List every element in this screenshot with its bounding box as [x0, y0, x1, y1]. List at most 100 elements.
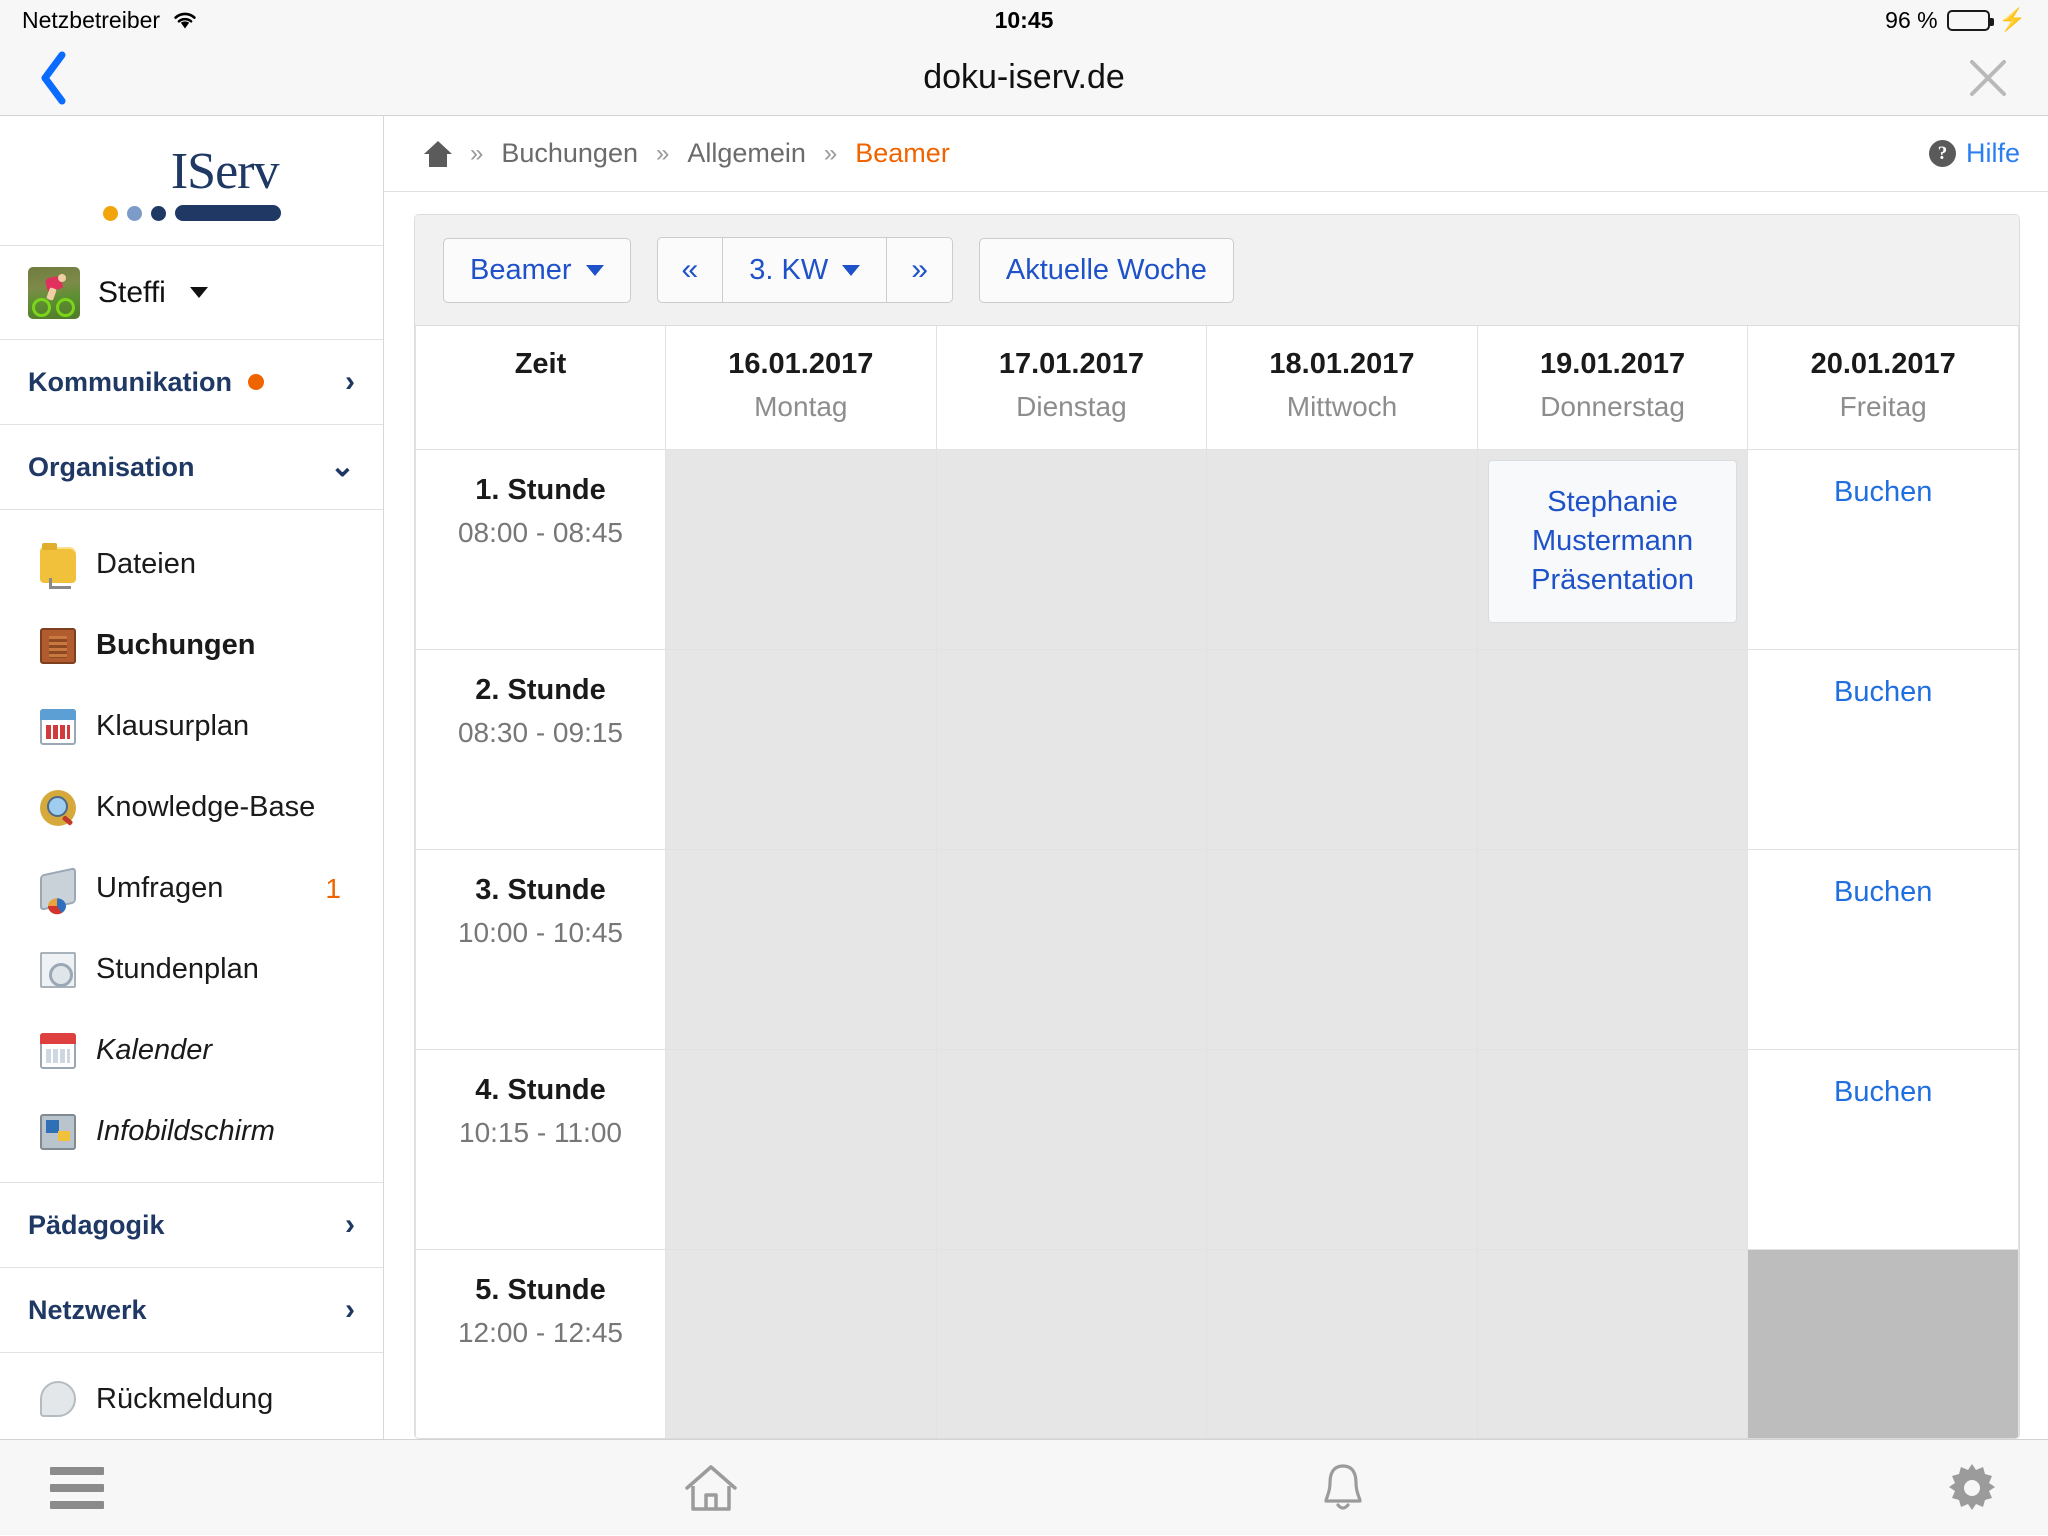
slot-blocked — [665, 1049, 937, 1250]
booking-timetable: Zeit 16.01.2017 Montag 17.01.2017 Dienst… — [415, 326, 2019, 1438]
slot-blocked — [665, 649, 937, 850]
sidebar-item-knowledge-base[interactable]: Knowledge-Base — [0, 767, 383, 848]
lightning-bolt-icon: ⚡ — [1998, 7, 2026, 32]
period-time: 08:00 - 08:45 — [457, 517, 624, 548]
home-icon[interactable] — [424, 140, 452, 167]
week-nav-group: « 3. KW » — [656, 237, 953, 303]
slot-blocked — [935, 649, 1208, 850]
slot-blocked — [935, 1049, 1208, 1250]
resource-select-button[interactable]: Beamer — [443, 237, 631, 303]
timetable-head: Zeit 16.01.2017 Montag 17.01.2017 Dienst… — [415, 326, 2019, 450]
period-time: 10:00 - 10:45 — [457, 917, 624, 948]
period-label: 1. Stunde — [475, 474, 606, 506]
current-week-button[interactable]: Aktuelle Woche — [978, 237, 1234, 303]
sidebar-item-klausurplan[interactable]: Klausurplan — [0, 686, 383, 767]
timetable-scroll[interactable]: Zeit 16.01.2017 Montag 17.01.2017 Dienst… — [415, 326, 2019, 1438]
slot-blocked — [1206, 1049, 1478, 1250]
sidebar-item-badge: 1 — [325, 872, 341, 904]
slot-free[interactable]: Buchen — [1747, 449, 2019, 650]
status-bar: Netzbetreiber 10:45 96 % ⚡ — [0, 0, 2048, 40]
gear-icon[interactable] — [1946, 1462, 1998, 1514]
sidebar-item-infobildschirm[interactable]: Infobildschirm — [0, 1091, 383, 1172]
header-weekday: Mittwoch — [1286, 391, 1398, 422]
book-link[interactable]: Buchen — [1834, 1076, 1932, 1108]
sidebar-item-umfragen[interactable]: Umfragen 1 — [0, 848, 383, 929]
chevron-right-icon: › — [345, 1293, 355, 1326]
breadcrumb-separator: » — [470, 139, 484, 167]
home-icon[interactable] — [683, 1462, 739, 1514]
status-bar-clock: 10:45 — [994, 6, 1054, 33]
slot-free[interactable]: Buchen — [1747, 649, 2019, 850]
speech-bubble-icon — [40, 1381, 76, 1417]
book-link[interactable]: Buchen — [1834, 876, 1932, 908]
period-cell: 2. Stunde 08:30 - 09:15 — [415, 649, 666, 850]
header-day-2: 18.01.2017 Mittwoch — [1206, 326, 1478, 450]
breadcrumb-item-buchungen[interactable]: Buchungen — [501, 138, 638, 169]
resource-select-label: Beamer — [470, 253, 572, 286]
breadcrumb-separator: » — [655, 139, 670, 167]
sidebar-section-organisation[interactable]: Organisation ⌄ — [0, 425, 383, 510]
question-circle-icon: ? — [1928, 140, 1956, 167]
calendar-blue-icon — [40, 708, 76, 745]
header-zeit: Zeit — [415, 326, 666, 450]
sidebar-item-label: Buchungen — [96, 629, 256, 661]
app-body: IServ Steffi Kommunikation › Organisatio… — [0, 116, 2048, 1439]
caret-down-icon — [585, 264, 604, 276]
hamburger-menu-icon[interactable] — [50, 1466, 104, 1509]
book-link[interactable]: Buchen — [1834, 476, 1932, 508]
header-date: 16.01.2017 — [728, 348, 874, 380]
sidebar-section-kommunikation[interactable]: Kommunikation › — [0, 340, 383, 425]
slot-blocked — [1476, 1249, 1749, 1438]
back-button[interactable] — [0, 51, 68, 105]
sidebar-section-label: Netzwerk — [28, 1294, 147, 1325]
week-select-button[interactable]: 3. KW — [722, 237, 887, 303]
sidebar-section-netzwerk[interactable]: Netzwerk › — [0, 1268, 383, 1353]
status-bar-left: Netzbetreiber — [22, 7, 198, 34]
booking-entry[interactable]: Stephanie Mustermann Präsentation — [1487, 460, 1738, 624]
table-row: 4. Stunde 10:15 - 11:00 Buchen — [415, 1049, 2019, 1250]
sidebar-item-rueckmeldung[interactable]: Rückmeldung — [0, 1353, 383, 1439]
next-week-button[interactable]: » — [886, 237, 953, 303]
logo-dot-3 — [150, 205, 166, 221]
sidebar-item-buchungen[interactable]: Buchungen — [0, 605, 383, 686]
calendar-red-icon — [40, 1032, 76, 1069]
slot-free[interactable]: Buchen — [1747, 849, 2019, 1050]
user-menu[interactable]: Steffi — [0, 246, 383, 340]
sidebar-item-kalender[interactable]: Kalender — [0, 1010, 383, 1091]
sidebar-item-stundenplan[interactable]: Stundenplan — [0, 929, 383, 1010]
sidebar-section-label: Pädagogik — [28, 1209, 165, 1240]
content-area: » Buchungen » Allgemein » Beamer ? Hilfe… — [384, 116, 2048, 1439]
close-button[interactable] — [1966, 56, 2048, 100]
unread-dot-icon — [248, 374, 265, 390]
knowledge-base-icon — [40, 789, 76, 826]
logo-bar — [174, 205, 281, 221]
chevron-down-icon: ⌄ — [329, 450, 355, 483]
sidebar-organisation-items: Dateien Buchungen Klausurplan Knowledge-… — [0, 510, 383, 1183]
slot-blocked — [1476, 849, 1749, 1050]
bell-icon[interactable] — [1319, 1461, 1367, 1515]
iserv-logo[interactable]: IServ — [0, 116, 383, 246]
breadcrumb-bar: » Buchungen » Allgemein » Beamer ? Hilfe — [384, 116, 2048, 192]
user-name: Steffi — [98, 275, 166, 309]
breadcrumb-item-allgemein[interactable]: Allgemein — [687, 138, 806, 169]
slot-blocked — [1476, 1049, 1749, 1250]
avatar — [28, 266, 80, 319]
chevron-right-icon: › — [345, 365, 355, 398]
sidebar-item-label: Stundenplan — [96, 953, 259, 985]
breadcrumb: » Buchungen » Allgemein » Beamer — [424, 138, 950, 169]
period-cell: 5. Stunde 12:00 - 12:45 — [415, 1249, 666, 1438]
slot-free[interactable]: Buchen — [1747, 1049, 2019, 1250]
booking-toolbar: Beamer « 3. KW » Aktuelle Woche — [415, 215, 2019, 326]
sidebar-item-label: Rückmeldung — [96, 1382, 274, 1415]
sidebar-item-dateien[interactable]: Dateien — [0, 524, 383, 605]
prev-week-button[interactable]: « — [656, 237, 723, 303]
timetable-header-row: Zeit 16.01.2017 Montag 17.01.2017 Dienst… — [415, 326, 2019, 450]
slot-booked[interactable]: Stephanie Mustermann Präsentation — [1476, 449, 1749, 650]
timetable-doc-icon — [40, 951, 76, 988]
sidebar-section-paedagogik[interactable]: Pädagogik › — [0, 1183, 383, 1268]
booking-purpose: Präsentation — [1531, 564, 1694, 597]
next-week-label: » — [911, 253, 928, 286]
book-link[interactable]: Buchen — [1834, 676, 1932, 708]
help-link[interactable]: ? Hilfe — [1928, 138, 2020, 169]
vertical-scrollbar[interactable] — [1747, 1249, 2019, 1438]
